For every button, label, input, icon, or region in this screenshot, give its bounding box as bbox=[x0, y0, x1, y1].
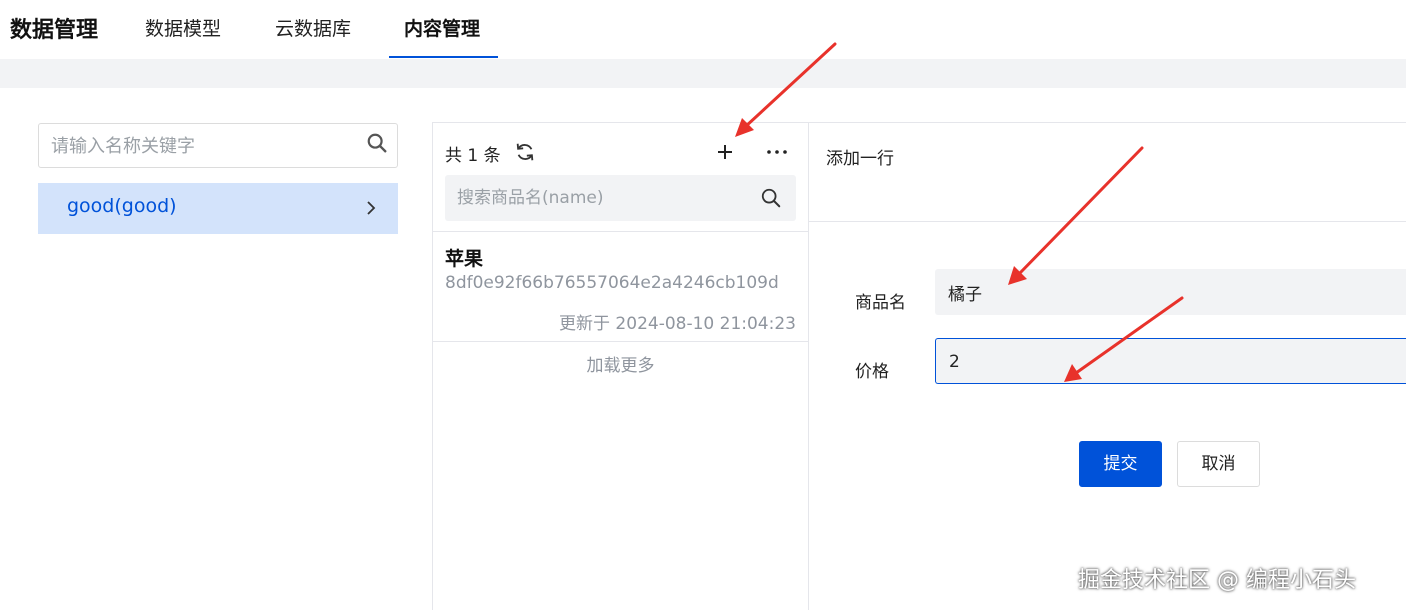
top-nav: 数据管理 数据模型 云数据库 内容管理 bbox=[0, 0, 1406, 59]
form-title: 添加一行 bbox=[826, 149, 894, 169]
record-search-box bbox=[445, 175, 796, 221]
record-item[interactable]: 苹果 8df0e92f66b76557064e2a4246cb109d 更新于 … bbox=[433, 232, 808, 341]
price-input[interactable] bbox=[949, 350, 1389, 374]
chevron-right-icon bbox=[367, 201, 376, 215]
record-id: 8df0e92f66b76557064e2a4246cb109d bbox=[445, 273, 779, 293]
search-icon[interactable] bbox=[760, 187, 782, 209]
record-count: 共 1 条 bbox=[445, 146, 501, 166]
load-more-link[interactable]: 加载更多 bbox=[433, 351, 808, 376]
field-label-name: 商品名 bbox=[855, 293, 906, 313]
watermark: 掘金技术社区 @ 编程小石头 bbox=[1078, 568, 1356, 593]
name-field bbox=[935, 269, 1406, 315]
model-item-good[interactable]: good(good) bbox=[38, 183, 398, 234]
model-search-input[interactable] bbox=[51, 134, 351, 158]
submit-button[interactable]: 提交 bbox=[1079, 441, 1162, 487]
form-header: 添加一行 bbox=[809, 122, 1406, 222]
header-divider-band bbox=[0, 59, 1406, 88]
model-search-box bbox=[38, 123, 398, 168]
divider bbox=[433, 341, 808, 342]
tab-cloud-database[interactable]: 云数据库 bbox=[275, 14, 351, 41]
refresh-icon[interactable] bbox=[514, 141, 536, 163]
name-input[interactable] bbox=[948, 280, 1388, 304]
record-updated-time: 更新于 2024-08-10 21:04:23 bbox=[559, 314, 796, 334]
field-label-price: 价格 bbox=[855, 362, 889, 382]
tab-content-management[interactable]: 内容管理 bbox=[404, 14, 480, 41]
tab-data-model[interactable]: 数据模型 bbox=[145, 14, 221, 41]
active-tab-indicator bbox=[389, 56, 498, 58]
app-title: 数据管理 bbox=[10, 18, 99, 43]
cancel-button[interactable]: 取消 bbox=[1177, 441, 1260, 487]
price-field bbox=[935, 338, 1406, 384]
record-name: 苹果 bbox=[445, 248, 484, 270]
search-icon[interactable] bbox=[366, 132, 388, 154]
record-search-input[interactable] bbox=[457, 186, 747, 210]
plus-icon[interactable] bbox=[714, 141, 736, 163]
more-icon[interactable] bbox=[765, 141, 789, 163]
model-item-label: good(good) bbox=[67, 195, 177, 217]
